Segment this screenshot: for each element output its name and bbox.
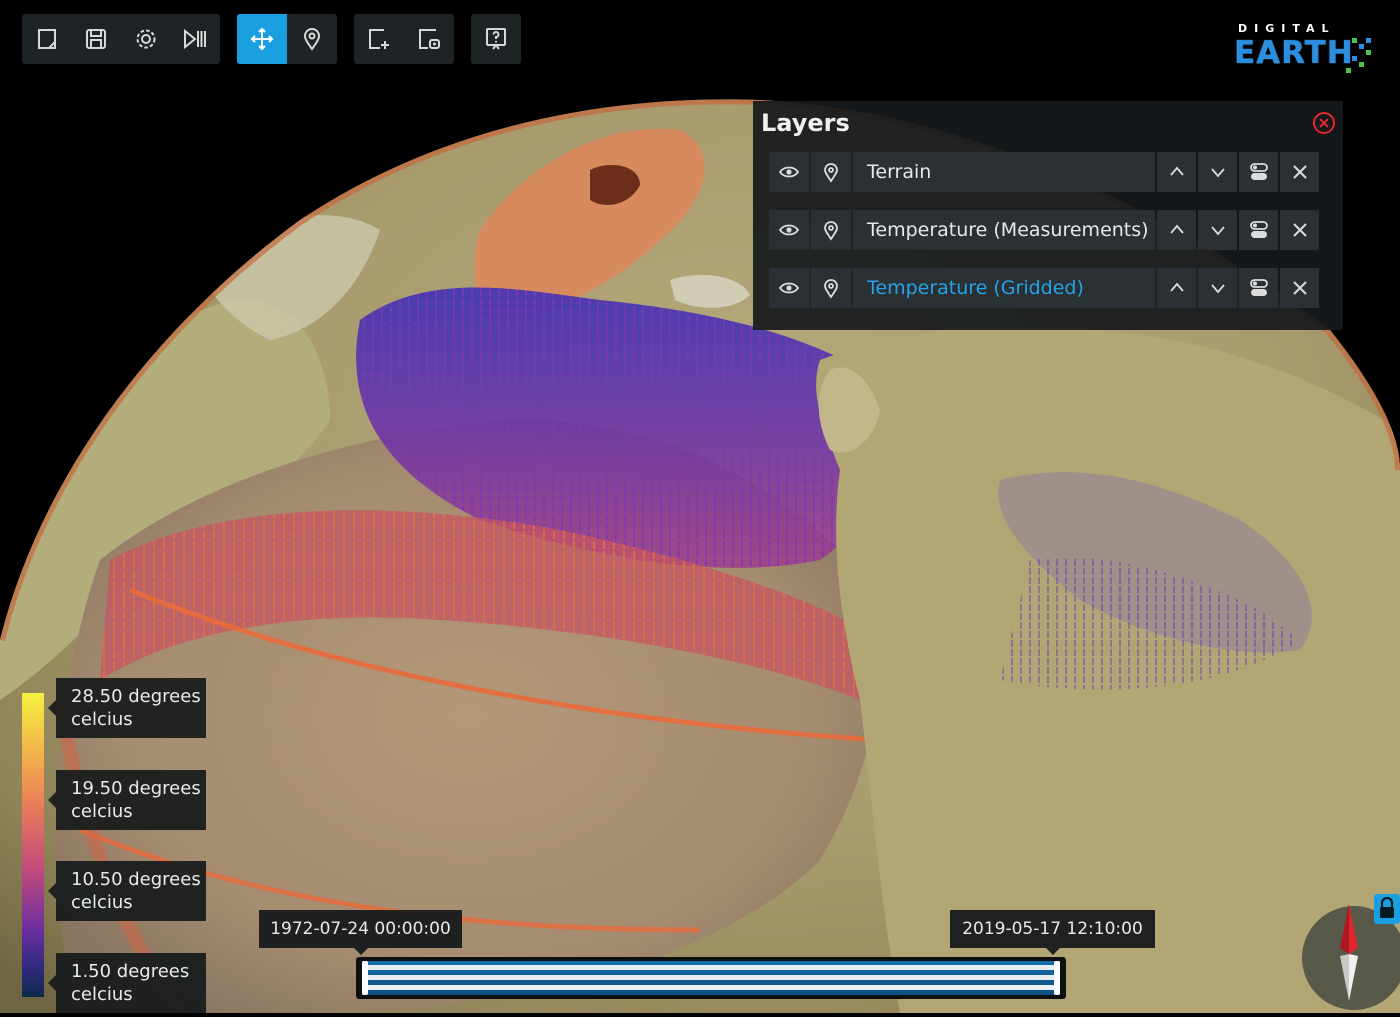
toolbar-group-layers	[354, 14, 454, 64]
toolbar-group-file	[22, 14, 220, 64]
close-icon	[1292, 223, 1307, 237]
layer-row-terrain: Terrain	[769, 152, 1327, 192]
layer-visibility-toggle[interactable]	[769, 152, 809, 192]
play-pause-icon	[184, 28, 207, 50]
time-start-label: 1972-07-24 00:00:00	[259, 910, 462, 955]
lock-button[interactable]	[1374, 894, 1400, 924]
map-pin-icon	[824, 163, 838, 183]
logo-top-text: DIGITAL	[1238, 22, 1336, 35]
new-document-button[interactable]	[22, 14, 72, 64]
layer-visibility-toggle[interactable]	[769, 210, 809, 250]
lock-icon	[1374, 894, 1400, 924]
legend-value: 10.50 degrees	[71, 869, 201, 890]
digital-earth-logo: DIGITAL EARTH	[1234, 22, 1384, 86]
move-tool-button[interactable]	[237, 14, 287, 64]
toolbar-group-interaction	[237, 14, 337, 64]
help-button[interactable]	[471, 14, 521, 64]
layer-locate-button[interactable]	[811, 152, 851, 192]
slider-rail	[362, 985, 1060, 990]
eye-icon	[778, 166, 800, 178]
chevron-down-icon	[1210, 226, 1225, 236]
move-icon	[250, 27, 274, 51]
layer-visibility-toggle[interactable]	[769, 268, 809, 308]
play-pause-button[interactable]	[171, 14, 221, 64]
toggle-settings-icon	[1249, 279, 1268, 296]
toggle-settings-icon	[1249, 221, 1268, 238]
layer-remove-button[interactable]	[1280, 268, 1319, 308]
layer-options-button[interactable]	[1239, 152, 1278, 192]
slider-rail	[362, 965, 1060, 970]
time-end-label: 2019-05-17 12:10:00	[950, 910, 1155, 955]
chevron-down-icon	[1210, 168, 1225, 178]
layer-locate-button[interactable]	[811, 268, 851, 308]
legend-label-lower: 10.50 degrees celcius	[48, 861, 206, 921]
toggle-settings-icon	[1249, 163, 1268, 180]
help-icon	[486, 28, 506, 50]
slider-end-handle[interactable]	[1054, 961, 1060, 995]
legend-unit: celcius	[71, 984, 133, 1005]
chevron-up-icon	[1169, 224, 1184, 234]
layer-row-temperature-gridded: Temperature (Gridded)	[769, 268, 1327, 308]
layer-label[interactable]: Temperature (Measurements)	[853, 210, 1155, 250]
close-icon	[1292, 165, 1307, 179]
chevron-up-icon	[1169, 166, 1184, 176]
legend-label-max: 28.50 degrees celcius	[48, 678, 206, 738]
layer-label[interactable]: Terrain	[853, 152, 1155, 192]
layer-locate-button[interactable]	[811, 210, 851, 250]
layer-options-button[interactable]	[1239, 268, 1278, 308]
close-circle-icon	[1313, 112, 1335, 134]
new-document-icon	[37, 29, 56, 49]
time-range-slider[interactable]	[356, 957, 1066, 999]
eye-icon	[778, 224, 800, 236]
layer-move-down-button[interactable]	[1198, 152, 1237, 192]
save-icon	[86, 29, 107, 49]
layer-move-down-button[interactable]	[1198, 210, 1237, 250]
legend-value: 19.50 degrees	[71, 778, 201, 799]
layer-options-button[interactable]	[1239, 210, 1278, 250]
layer-move-up-button[interactable]	[1157, 268, 1196, 308]
gear-icon	[136, 29, 156, 49]
layer-move-up-button[interactable]	[1157, 152, 1196, 192]
layers-close-button[interactable]	[1311, 110, 1337, 136]
map-pin-icon	[303, 28, 321, 51]
slider-start-handle[interactable]	[362, 961, 368, 995]
layer-settings-icon	[419, 29, 440, 49]
layer-settings-button[interactable]	[404, 14, 454, 64]
map-pin-icon	[824, 279, 838, 299]
map-pin-icon	[824, 221, 838, 241]
add-layer-button[interactable]	[354, 14, 404, 64]
layer-label[interactable]: Temperature (Gridded)	[853, 268, 1155, 308]
layer-remove-button[interactable]	[1280, 152, 1319, 192]
slider-rail	[362, 975, 1060, 980]
legend-label-upper: 19.50 degrees celcius	[48, 770, 206, 830]
settings-button[interactable]	[121, 14, 171, 64]
toolbar-group-help	[471, 14, 521, 64]
color-scale-bar	[22, 693, 44, 997]
add-layer-icon	[369, 29, 389, 49]
layers-title: Layers	[761, 109, 850, 137]
chevron-down-icon	[1210, 284, 1225, 294]
legend-unit: celcius	[71, 709, 133, 730]
layers-panel: Layers Terrain Temperature (Measurements…	[753, 101, 1343, 330]
pick-location-button[interactable]	[287, 14, 337, 64]
close-icon	[1292, 281, 1307, 295]
layer-row-temperature-measurements: Temperature (Measurements)	[769, 210, 1327, 250]
save-button[interactable]	[72, 14, 122, 64]
layer-move-up-button[interactable]	[1157, 210, 1196, 250]
legend-value: 28.50 degrees	[71, 686, 201, 707]
layer-remove-button[interactable]	[1280, 210, 1319, 250]
eye-icon	[778, 282, 800, 294]
legend-unit: celcius	[71, 801, 133, 822]
legend-label-min: 1.50 degrees celcius	[48, 953, 206, 1013]
chevron-up-icon	[1169, 282, 1184, 292]
layer-move-down-button[interactable]	[1198, 268, 1237, 308]
legend-value: 1.50 degrees	[71, 961, 190, 982]
slider-track	[362, 961, 1060, 995]
legend-unit: celcius	[71, 892, 133, 913]
